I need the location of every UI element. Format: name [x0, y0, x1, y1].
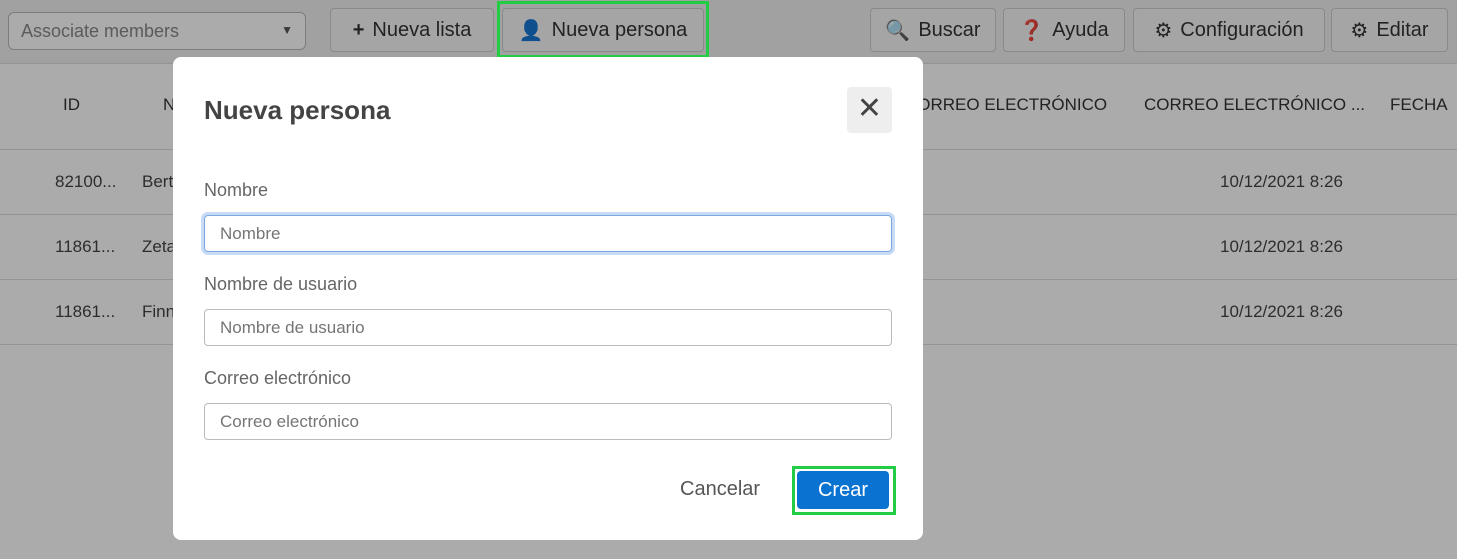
username-input[interactable]	[204, 309, 892, 346]
highlight-create	[792, 466, 896, 515]
cancel-button[interactable]: Cancelar	[680, 478, 760, 501]
username-label: Nombre de usuario	[204, 274, 358, 294]
new-person-dialog: Nueva persona ✕ Nombre Nombre de usuario…	[173, 57, 923, 540]
email-input[interactable]	[204, 403, 892, 440]
name-label: Nombre	[204, 180, 269, 200]
dialog-title: Nueva persona	[204, 95, 391, 125]
name-input[interactable]	[204, 215, 892, 252]
email-label: Correo electrónico	[204, 368, 352, 388]
close-icon[interactable]: ✕	[847, 87, 892, 133]
highlight-new-person	[497, 1, 709, 58]
